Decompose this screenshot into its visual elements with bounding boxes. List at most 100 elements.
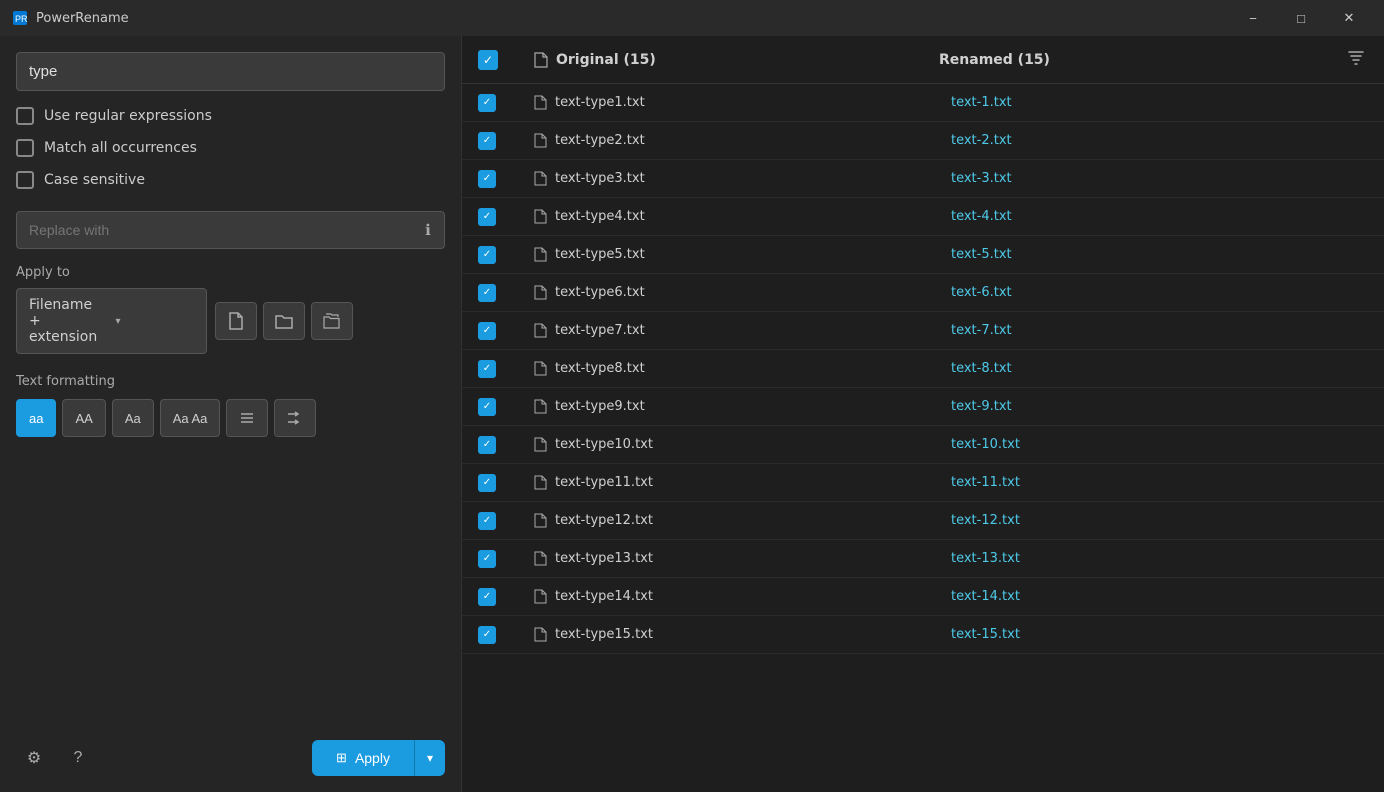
row-checkbox-area: ✓ bbox=[478, 94, 534, 112]
original-filename: text-type13.txt bbox=[534, 551, 951, 566]
row-checkbox[interactable]: ✓ bbox=[478, 626, 496, 644]
app-title: PowerRename bbox=[36, 11, 129, 26]
file-row-icon bbox=[534, 209, 547, 224]
filter-button[interactable] bbox=[1344, 45, 1368, 74]
renamed-filename: text-11.txt bbox=[951, 475, 1368, 490]
table-row: ✓ text-type7.txt text-7.txt bbox=[462, 312, 1384, 350]
apply-to-select[interactable]: Filename + extension ▾ bbox=[16, 288, 207, 354]
files-button[interactable] bbox=[215, 302, 257, 340]
use-regex-row: Use regular expressions bbox=[16, 107, 445, 125]
row-checkbox[interactable]: ✓ bbox=[478, 322, 496, 340]
apply-dropdown-button[interactable]: ▾ bbox=[414, 740, 445, 776]
renamed-filename: text-5.txt bbox=[951, 247, 1368, 262]
row-checkbox[interactable]: ✓ bbox=[478, 588, 496, 606]
row-checkbox[interactable]: ✓ bbox=[478, 170, 496, 188]
renamed-filename: text-12.txt bbox=[951, 513, 1368, 528]
table-row: ✓ text-type11.txt text-11.txt bbox=[462, 464, 1384, 502]
row-checkbox[interactable]: ✓ bbox=[478, 436, 496, 454]
files-folders-icon bbox=[323, 312, 341, 330]
replace-input[interactable] bbox=[17, 212, 412, 248]
table-row: ✓ text-type5.txt text-5.txt bbox=[462, 236, 1384, 274]
table-row: ✓ text-type9.txt text-9.txt bbox=[462, 388, 1384, 426]
bottom-left-buttons: ⚙ ? bbox=[16, 740, 96, 776]
original-name: text-type14.txt bbox=[555, 589, 653, 604]
table-row: ✓ text-type2.txt text-2.txt bbox=[462, 122, 1384, 160]
titlebar-left: PR PowerRename bbox=[12, 10, 129, 26]
row-checkbox-area: ✓ bbox=[478, 322, 534, 340]
original-filename: text-type12.txt bbox=[534, 513, 951, 528]
row-checkbox[interactable]: ✓ bbox=[478, 208, 496, 226]
table-row: ✓ text-type12.txt text-12.txt bbox=[462, 502, 1384, 540]
uppercase-button[interactable]: AA bbox=[62, 399, 105, 437]
row-checkbox[interactable]: ✓ bbox=[478, 398, 496, 416]
case-sensitive-checkbox[interactable] bbox=[16, 171, 34, 189]
row-checkbox[interactable]: ✓ bbox=[478, 246, 496, 264]
camelcase-button[interactable]: Aa Aa bbox=[160, 399, 221, 437]
original-filename: text-type4.txt bbox=[534, 209, 951, 224]
file-header-icon bbox=[534, 52, 548, 68]
original-filename: text-type15.txt bbox=[534, 627, 951, 642]
original-name: text-type10.txt bbox=[555, 437, 653, 452]
renamed-filename: text-14.txt bbox=[951, 589, 1368, 604]
shuffle-button[interactable] bbox=[274, 399, 316, 437]
row-checkbox[interactable]: ✓ bbox=[478, 284, 496, 302]
original-filename: text-type10.txt bbox=[534, 437, 951, 452]
lowercase-button[interactable]: aa bbox=[16, 399, 56, 437]
original-filename: text-type7.txt bbox=[534, 323, 951, 338]
enumerate-button[interactable] bbox=[226, 399, 268, 437]
file-list-header: ✓ Original (15) Renamed (15) bbox=[462, 36, 1384, 84]
apply-button[interactable]: ⊞ Apply bbox=[312, 740, 414, 776]
maximize-button[interactable]: □ bbox=[1278, 0, 1324, 36]
file-row-icon bbox=[534, 551, 547, 566]
titlebar: PR PowerRename − □ ✕ bbox=[0, 0, 1384, 36]
renamed-column-header: Renamed (15) bbox=[939, 52, 1344, 68]
text-formatting-label: Text formatting bbox=[16, 374, 445, 389]
file-list: ✓ text-type1.txt text-1.txt ✓ text-type2… bbox=[462, 84, 1384, 792]
folders-button[interactable] bbox=[263, 302, 305, 340]
row-checkbox[interactable]: ✓ bbox=[478, 94, 496, 112]
row-checkbox[interactable]: ✓ bbox=[478, 360, 496, 378]
file-row-icon bbox=[534, 589, 547, 604]
replace-info-button[interactable]: ℹ bbox=[412, 214, 444, 246]
original-column-header: Original (15) bbox=[534, 52, 939, 68]
row-checkbox-area: ✓ bbox=[478, 132, 534, 150]
original-filename: text-type11.txt bbox=[534, 475, 951, 490]
file-row-icon bbox=[534, 627, 547, 642]
enumerate-icon bbox=[239, 410, 255, 426]
table-row: ✓ text-type10.txt text-10.txt bbox=[462, 426, 1384, 464]
original-name: text-type15.txt bbox=[555, 627, 653, 642]
renamed-filename: text-3.txt bbox=[951, 171, 1368, 186]
use-regex-checkbox[interactable] bbox=[16, 107, 34, 125]
titlecase-button[interactable]: Aa bbox=[112, 399, 154, 437]
match-all-row: Match all occurrences bbox=[16, 139, 445, 157]
row-checkbox[interactable]: ✓ bbox=[478, 512, 496, 530]
apply-to-row: Filename + extension ▾ bbox=[16, 288, 445, 354]
file-row-icon bbox=[534, 95, 547, 110]
select-all-checkbox[interactable]: ✓ bbox=[478, 50, 498, 70]
renamed-filename: text-8.txt bbox=[951, 361, 1368, 376]
row-checkbox[interactable]: ✓ bbox=[478, 550, 496, 568]
original-filename: text-type5.txt bbox=[534, 247, 951, 262]
row-checkbox[interactable]: ✓ bbox=[478, 474, 496, 492]
help-button[interactable]: ? bbox=[60, 740, 96, 776]
apply-icon: ⊞ bbox=[336, 750, 347, 766]
original-name: text-type8.txt bbox=[555, 361, 645, 376]
match-all-checkbox[interactable] bbox=[16, 139, 34, 157]
original-filename: text-type1.txt bbox=[534, 95, 951, 110]
left-panel: Use regular expressions Match all occurr… bbox=[0, 36, 462, 792]
row-checkbox-area: ✓ bbox=[478, 246, 534, 264]
table-row: ✓ text-type14.txt text-14.txt bbox=[462, 578, 1384, 616]
original-name: text-type7.txt bbox=[555, 323, 645, 338]
row-checkbox-area: ✓ bbox=[478, 284, 534, 302]
titlebar-controls: − □ ✕ bbox=[1230, 0, 1372, 36]
minimize-button[interactable]: − bbox=[1230, 0, 1276, 36]
search-input[interactable] bbox=[16, 52, 445, 91]
match-all-label: Match all occurrences bbox=[44, 140, 197, 156]
row-checkbox-area: ✓ bbox=[478, 474, 534, 492]
settings-button[interactable]: ⚙ bbox=[16, 740, 52, 776]
close-button[interactable]: ✕ bbox=[1326, 0, 1372, 36]
row-checkbox[interactable]: ✓ bbox=[478, 132, 496, 150]
row-checkbox-area: ✓ bbox=[478, 512, 534, 530]
renamed-filename: text-7.txt bbox=[951, 323, 1368, 338]
files-and-folders-button[interactable] bbox=[311, 302, 353, 340]
